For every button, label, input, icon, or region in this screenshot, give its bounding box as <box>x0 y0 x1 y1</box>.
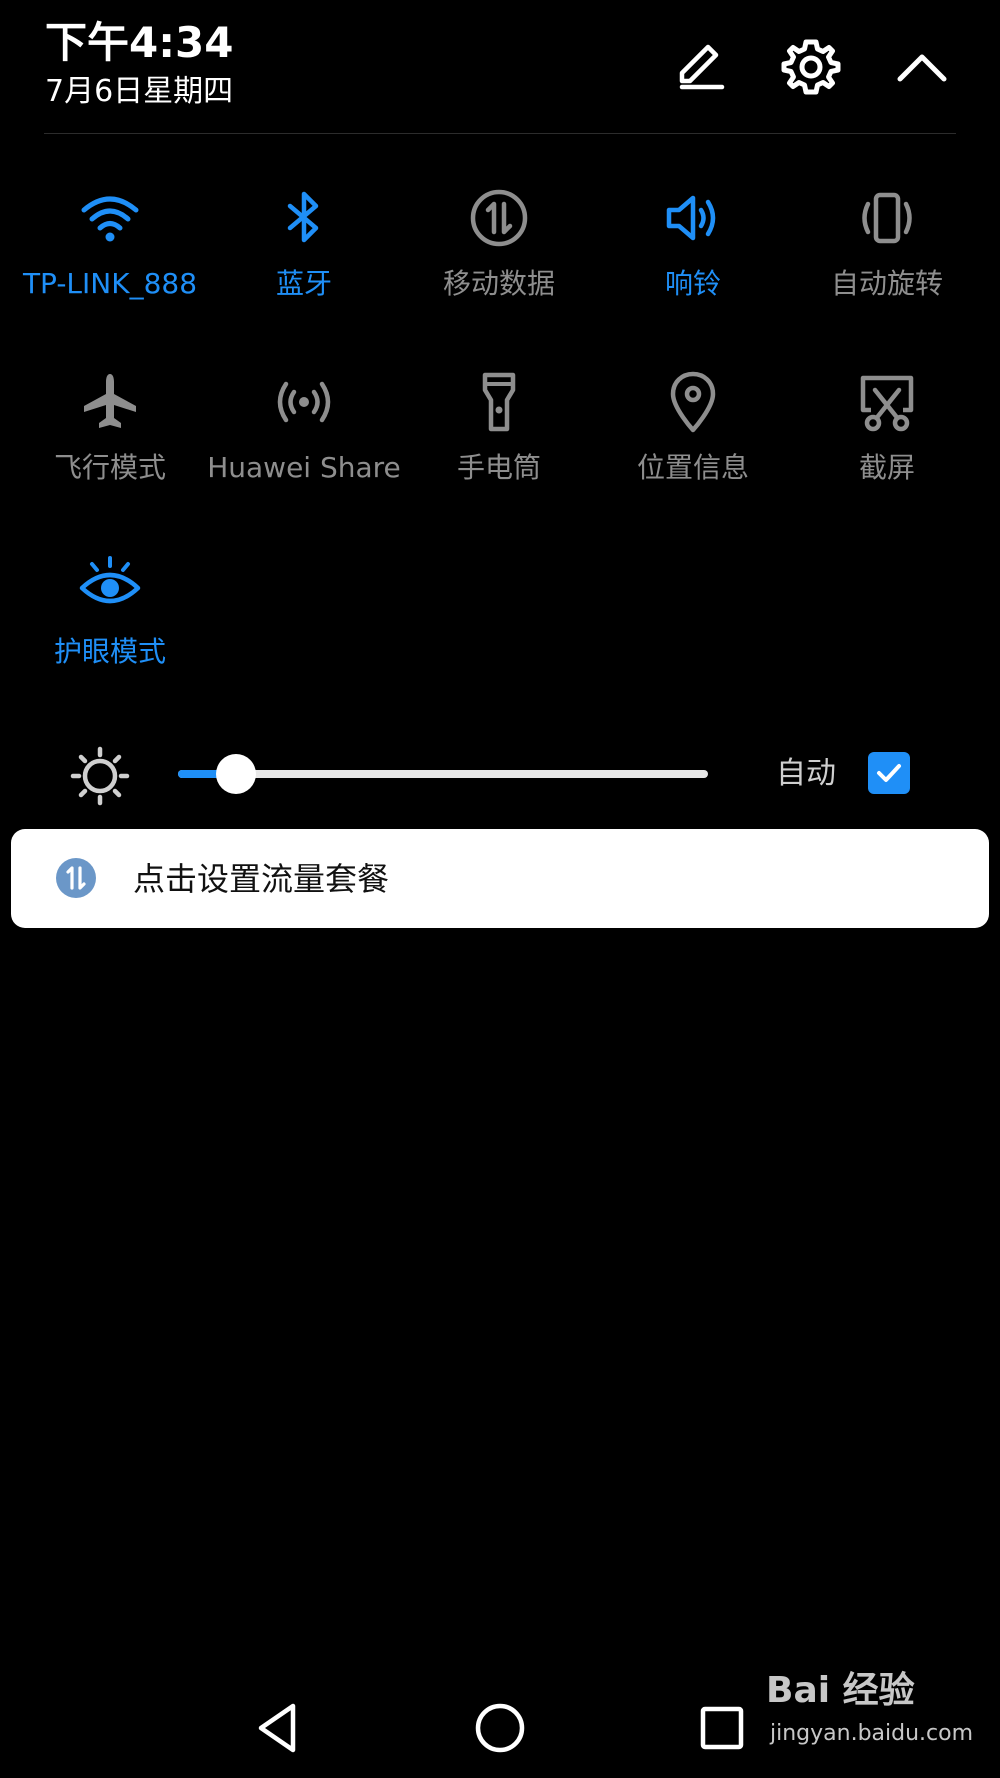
speaker-icon <box>666 195 716 241</box>
tile-bluetooth[interactable]: 蓝牙 <box>207 186 401 336</box>
chevron-up-icon <box>897 54 947 82</box>
tile-wifi[interactable]: TP-LINK_888 <box>13 186 207 336</box>
tile-label: 自动旋转 <box>830 267 943 300</box>
screenshot-icon <box>860 375 914 432</box>
edit-button[interactable] <box>665 32 735 102</box>
recents-icon <box>700 1706 744 1750</box>
huawei-share-icon <box>277 381 331 423</box>
watermark-logo-text: Bai 经验 <box>766 1670 915 1711</box>
data-plan-notification[interactable]: 点击设置流量套餐 <box>11 829 989 928</box>
edit-icon <box>679 44 725 90</box>
back-icon <box>258 1703 296 1753</box>
back-button[interactable] <box>238 1688 318 1768</box>
wifi-icon <box>81 196 139 242</box>
tile-label: 护眼模式 <box>53 635 166 668</box>
tile-label: TP-LINK_888 <box>22 267 198 300</box>
header-divider <box>44 133 956 134</box>
tile-ringer[interactable]: 响铃 <box>596 186 790 336</box>
location-icon <box>670 371 716 433</box>
tile-label: 位置信息 <box>636 451 749 484</box>
mobile-data-icon <box>56 858 96 898</box>
brightness-icon-wrap <box>68 744 132 808</box>
home-button[interactable] <box>460 1688 540 1768</box>
brightness-icon <box>70 746 130 806</box>
notification-text: 点击设置流量套餐 <box>133 860 390 898</box>
tile-label: 手电筒 <box>456 451 541 484</box>
collapse-button[interactable] <box>887 32 957 102</box>
brightness-slider-thumb[interactable] <box>216 754 256 794</box>
tile-label: 截屏 <box>858 451 915 484</box>
tile-auto-rotate[interactable]: 自动旋转 <box>790 186 984 336</box>
checkmark-icon <box>877 764 901 782</box>
auto-brightness-checkbox[interactable] <box>868 752 910 794</box>
status-date: 7月6日星期四 <box>45 74 234 109</box>
tile-location[interactable]: 位置信息 <box>596 370 790 520</box>
bluetooth-icon <box>287 191 319 243</box>
auto-rotate-icon <box>862 192 912 244</box>
mobile-data-icon <box>470 189 528 247</box>
baidu-jingyan-watermark: Bai 经验 jingyan.baidu.com <box>760 1668 973 1758</box>
watermark-url: jingyan.baidu.com <box>770 1721 974 1746</box>
tile-eye-comfort[interactable]: 护眼模式 <box>13 554 207 704</box>
notification-icon-wrap <box>55 857 97 899</box>
home-icon <box>475 1703 525 1753</box>
auto-brightness-label: 自动 <box>776 756 836 791</box>
airplane-icon <box>84 374 136 428</box>
eye-comfort-icon <box>79 556 141 604</box>
tile-label: 蓝牙 <box>275 267 332 300</box>
status-time: 下午4:34 <box>45 18 234 67</box>
tile-label: Huawei Share <box>207 451 401 484</box>
tile-label: 移动数据 <box>442 267 555 300</box>
tile-flashlight[interactable]: 手电筒 <box>402 370 596 520</box>
tile-screenshot[interactable]: 截屏 <box>790 370 984 520</box>
brightness-slider[interactable] <box>178 754 708 794</box>
tile-huawei-share[interactable]: Huawei Share <box>207 370 401 520</box>
recents-button[interactable] <box>682 1688 762 1768</box>
settings-icon <box>781 39 841 95</box>
tile-airplane[interactable]: 飞行模式 <box>13 370 207 520</box>
tile-mobile-data[interactable]: 移动数据 <box>402 186 596 336</box>
settings-button[interactable] <box>776 32 846 102</box>
tile-label: 响铃 <box>664 267 721 300</box>
flashlight-icon <box>482 372 516 432</box>
tile-label: 飞行模式 <box>53 451 166 484</box>
